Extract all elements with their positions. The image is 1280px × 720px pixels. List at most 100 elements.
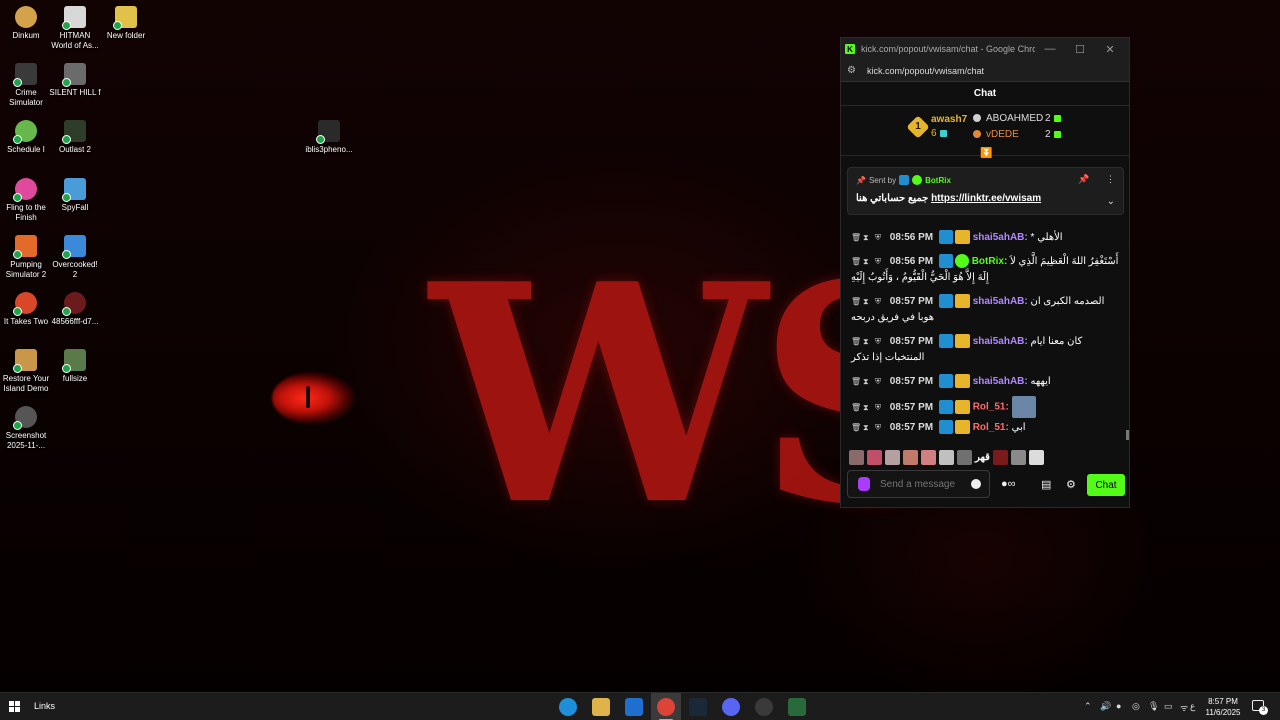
wifi-icon[interactable]: ᯤ: [1180, 701, 1188, 714]
emote-icon[interactable]: [992, 449, 1008, 465]
expand-pinned-icon[interactable]: ⌄: [1107, 196, 1115, 207]
emote-icon[interactable]: [1028, 449, 1044, 465]
desktop-icon-screenshot[interactable]: Screenshot 2025-11-...: [0, 406, 52, 451]
desktop-icon-outlast[interactable]: Outlast 2: [49, 120, 101, 155]
leader-third-row[interactable]: vDEDE: [973, 129, 1019, 140]
leader-second-row[interactable]: ABOAHMED: [973, 113, 1043, 124]
network-icon[interactable]: ▭: [1164, 701, 1173, 712]
unpin-icon[interactable]: 📌: [1078, 174, 1089, 184]
system-clock[interactable]: 8:57 PM 11/6/2025: [1203, 696, 1243, 718]
language-indicator[interactable]: ع: [1190, 701, 1195, 712]
timeout-icon[interactable]: ⧗: [863, 334, 869, 350]
delete-icon[interactable]: 🗑: [851, 400, 861, 416]
message-username[interactable]: shai5ahAB: [973, 232, 1025, 243]
desktop-icon-iblis[interactable]: iblis3pheno...: [303, 120, 355, 155]
desktop-icon-crime-simulator[interactable]: Crime Simulator: [0, 63, 52, 108]
emote-icon[interactable]: [939, 449, 954, 465]
outlook-icon[interactable]: [625, 698, 643, 716]
microphone-tray-icon[interactable]: 🎙: [1148, 701, 1159, 712]
desktop-icon-new-folder[interactable]: New folder: [100, 6, 152, 41]
shop-icon[interactable]: ▤: [1041, 478, 1051, 491]
desktop-icon-silent-hill[interactable]: SILENT HILL f: [49, 63, 101, 98]
start-windows-icon[interactable]: [9, 701, 21, 713]
desktop-icon-overcooked[interactable]: Overcooked! 2: [49, 235, 101, 280]
delete-icon[interactable]: 🗑: [851, 420, 861, 436]
volume-icon[interactable]: 🔊: [1100, 701, 1111, 712]
maximize-button[interactable]: ☐: [1065, 43, 1095, 56]
close-button[interactable]: ✕: [1095, 43, 1125, 56]
delete-icon[interactable]: 🗑: [851, 254, 861, 270]
delete-icon[interactable]: 🗑: [851, 230, 861, 246]
tray-app-icon[interactable]: ●: [1116, 701, 1121, 711]
ban-icon[interactable]: ⛨: [875, 420, 881, 436]
message-username[interactable]: shai5ahAB: [973, 296, 1025, 307]
message-image-thumbnail[interactable]: [1011, 396, 1036, 418]
delete-icon[interactable]: 🗑: [851, 334, 861, 350]
timeout-icon[interactable]: ⧗: [863, 420, 869, 436]
timeout-icon[interactable]: ⧗: [863, 400, 869, 416]
emote-icon[interactable]: [849, 449, 864, 465]
ban-icon[interactable]: ⛨: [875, 400, 881, 416]
microphone-icon[interactable]: [858, 477, 870, 491]
emote-text[interactable]: قهر: [975, 452, 990, 463]
timeout-icon[interactable]: ⧗: [863, 294, 869, 310]
emoji-picker-icon[interactable]: [971, 479, 981, 489]
message-username[interactable]: BotRix: [972, 256, 1004, 267]
chat-scrollbar[interactable]: [1126, 430, 1129, 440]
address-bar[interactable]: ⚙ kick.com/popout/vwisam/chat: [841, 60, 1129, 82]
edge-icon[interactable]: [559, 698, 577, 716]
pinned-link[interactable]: https://linktr.ee/vwisam: [931, 193, 1041, 204]
emote-icon[interactable]: [957, 449, 972, 465]
site-settings-icon[interactable]: ⚙: [847, 65, 859, 76]
desktop-icon-hitman[interactable]: HITMAN World of As...: [49, 6, 101, 51]
show-hidden-icons-chevron-icon[interactable]: ⌃: [1084, 701, 1092, 712]
timeout-icon[interactable]: ⧗: [863, 230, 869, 246]
timeout-icon[interactable]: ⧗: [863, 374, 869, 390]
emote-icon[interactable]: [903, 449, 918, 465]
pinned-bot-name[interactable]: BotRix: [925, 176, 951, 185]
emote-icon[interactable]: [867, 449, 882, 465]
chrome-icon[interactable]: [657, 698, 675, 716]
desktop-icon-pumping-simulator[interactable]: Pumping Simulator 2: [0, 235, 52, 280]
delete-icon[interactable]: 🗑: [851, 374, 861, 390]
more-options-icon[interactable]: ⋮: [1106, 174, 1115, 184]
timeout-icon[interactable]: ⧗: [863, 254, 869, 270]
leader-first-name[interactable]: awash7: [931, 114, 967, 125]
desktop-icon-image-file[interactable]: 48566fff-d7...: [49, 292, 101, 327]
desktop-icon-schedule[interactable]: Schedule I: [0, 120, 52, 155]
send-chat-button[interactable]: Chat: [1087, 474, 1125, 496]
message-username[interactable]: Rol_51: [973, 402, 1006, 413]
address-url[interactable]: kick.com/popout/vwisam/chat: [867, 66, 984, 76]
emote-icon[interactable]: [921, 449, 936, 465]
settings-gear-icon[interactable]: ⚙: [1066, 478, 1076, 491]
message-username[interactable]: shai5ahAB: [973, 336, 1025, 347]
file-explorer-icon[interactable]: [592, 698, 610, 716]
links-toolbar[interactable]: Links: [34, 701, 55, 711]
xbox-icon[interactable]: [755, 698, 773, 716]
chat-input-box[interactable]: [847, 470, 990, 498]
desktop-icon-restore-island[interactable]: Restore Your Island Demo: [0, 349, 52, 394]
desktop-icon-dinkum[interactable]: Dinkum: [0, 6, 52, 41]
collapse-leaderboard-icon[interactable]: ⏬: [980, 148, 992, 159]
desktop-icon-it-takes-two[interactable]: It Takes Two: [0, 292, 52, 327]
ban-icon[interactable]: ⛨: [875, 294, 881, 310]
ban-icon[interactable]: ⛨: [875, 334, 881, 350]
ban-icon[interactable]: ⛨: [875, 254, 881, 270]
steam-icon[interactable]: [689, 698, 707, 716]
desktop-icon-spyfall[interactable]: SpyFall: [49, 178, 101, 213]
desktop-icon-fullsize[interactable]: fullsize: [49, 349, 101, 384]
points-icon[interactable]: ●∞: [1001, 478, 1016, 490]
terminal-icon[interactable]: [788, 698, 806, 716]
emote-icon[interactable]: [1010, 449, 1026, 465]
discord-icon[interactable]: [722, 698, 740, 716]
minimize-button[interactable]: —: [1035, 43, 1065, 55]
window-titlebar[interactable]: K kick.com/popout/vwisam/chat - Google C…: [841, 38, 1129, 60]
ban-icon[interactable]: ⛨: [875, 374, 881, 390]
emote-icon[interactable]: [885, 449, 900, 465]
message-username[interactable]: Rol_51: [973, 422, 1006, 433]
message-username[interactable]: shai5ahAB: [973, 376, 1025, 387]
delete-icon[interactable]: 🗑: [851, 294, 861, 310]
ban-icon[interactable]: ⛨: [875, 230, 881, 246]
desktop-icon-fling[interactable]: Fling to the Finish: [0, 178, 52, 223]
tray-app-icon[interactable]: ◎: [1132, 701, 1140, 712]
